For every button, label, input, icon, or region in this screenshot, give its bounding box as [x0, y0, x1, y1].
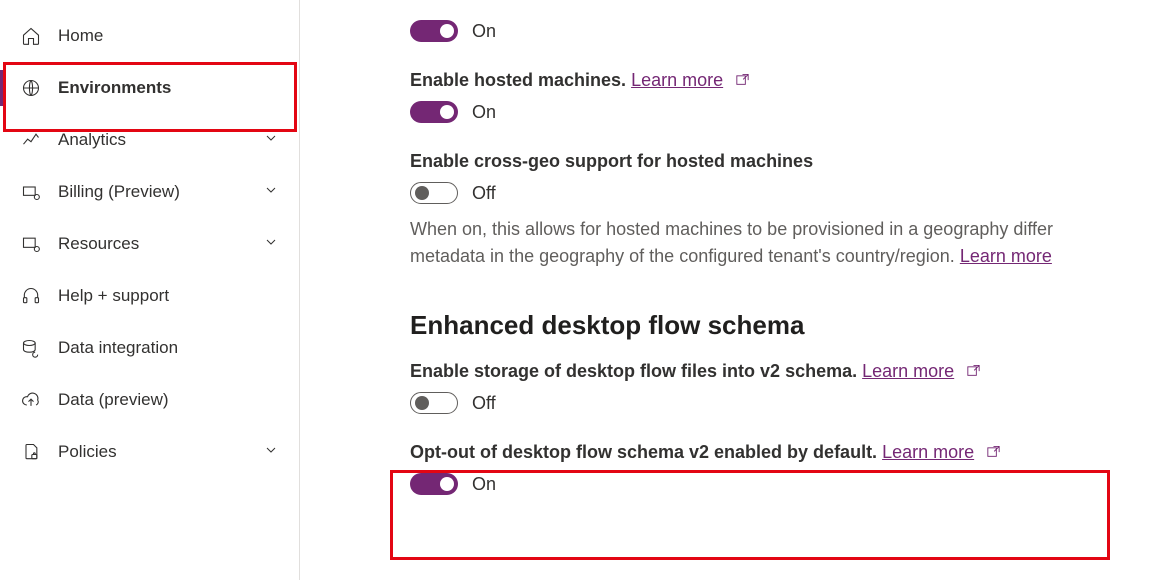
desc-line: metadata in the geography of the configu…: [410, 246, 955, 266]
sidebar-item-help[interactable]: Help + support: [0, 270, 299, 322]
headset-icon: [20, 285, 42, 307]
sidebar-item-data-integration[interactable]: Data integration: [0, 322, 299, 374]
billing-icon: [20, 181, 42, 203]
sidebar-item-label: Data (preview): [58, 390, 279, 410]
chart-line-icon: [20, 129, 42, 151]
toggle-state-label: On: [472, 102, 496, 123]
sidebar-item-label: Policies: [58, 442, 263, 462]
setting-title-text: Enable cross-geo support for hosted mach…: [410, 151, 813, 171]
setting-title-text: Enable hosted machines.: [410, 70, 626, 90]
sidebar: Home Environments Analytics Billing (Pre…: [0, 0, 300, 580]
resources-icon: [20, 233, 42, 255]
sidebar-item-home[interactable]: Home: [0, 10, 299, 62]
learn-more-link[interactable]: Learn more: [862, 361, 954, 381]
sidebar-item-billing[interactable]: Billing (Preview): [0, 166, 299, 218]
sidebar-item-resources[interactable]: Resources: [0, 218, 299, 270]
toggle-state-label: On: [472, 21, 496, 42]
external-link-icon: [985, 445, 1002, 462]
learn-more-link[interactable]: Learn more: [631, 70, 723, 90]
sidebar-item-label: Environments: [58, 78, 279, 98]
setting-optout-v2-default: Opt-out of desktop flow schema v2 enable…: [410, 442, 1158, 495]
setting-enable-v2-storage: Enable storage of desktop flow files int…: [410, 361, 1158, 414]
learn-more-link[interactable]: Learn more: [882, 442, 974, 462]
sidebar-item-label: Help + support: [58, 286, 279, 306]
setting-title-text: Opt-out of desktop flow schema v2 enable…: [410, 442, 877, 462]
setting-description: When on, this allows for hosted machines…: [410, 216, 1158, 270]
sidebar-item-environments[interactable]: Environments: [0, 62, 299, 114]
sidebar-item-analytics[interactable]: Analytics: [0, 114, 299, 166]
section-heading-enhanced-schema: Enhanced desktop flow schema: [410, 310, 1158, 341]
globe-icon: [20, 77, 42, 99]
sidebar-item-label: Analytics: [58, 130, 263, 150]
toggle-optout-v2-default[interactable]: [410, 473, 458, 495]
sidebar-item-label: Resources: [58, 234, 263, 254]
toggle-state-label: Off: [472, 183, 496, 204]
chevron-down-icon: [263, 442, 279, 463]
learn-more-link[interactable]: Learn more: [960, 246, 1052, 266]
toggle-cross-geo[interactable]: [410, 182, 458, 204]
toggle-unknown-top[interactable]: [410, 20, 458, 42]
chevron-down-icon: [263, 234, 279, 255]
sidebar-item-policies[interactable]: Policies: [0, 426, 299, 478]
toggle-enable-hosted-machines[interactable]: [410, 101, 458, 123]
toggle-enable-v2-storage[interactable]: [410, 392, 458, 414]
sidebar-item-data-preview[interactable]: Data (preview): [0, 374, 299, 426]
external-link-icon: [734, 73, 751, 90]
sidebar-item-label: Home: [58, 26, 279, 46]
toggle-state-label: On: [472, 474, 496, 495]
external-link-icon: [965, 364, 982, 381]
chevron-down-icon: [263, 182, 279, 203]
main-content: On Enable hosted machines. Learn more On…: [300, 0, 1158, 580]
cloud-upload-icon: [20, 389, 42, 411]
toggle-state-label: Off: [472, 393, 496, 414]
setting-unknown-top: On: [410, 20, 1158, 42]
sidebar-item-label: Data integration: [58, 338, 279, 358]
setting-cross-geo: Enable cross-geo support for hosted mach…: [410, 151, 1158, 270]
document-lock-icon: [20, 441, 42, 463]
desc-line: When on, this allows for hosted machines…: [410, 219, 1053, 239]
chevron-down-icon: [263, 130, 279, 151]
sidebar-item-label: Billing (Preview): [58, 182, 263, 202]
home-icon: [20, 25, 42, 47]
setting-title-text: Enable storage of desktop flow files int…: [410, 361, 857, 381]
setting-enable-hosted-machines: Enable hosted machines. Learn more On: [410, 70, 1158, 123]
database-sync-icon: [20, 337, 42, 359]
